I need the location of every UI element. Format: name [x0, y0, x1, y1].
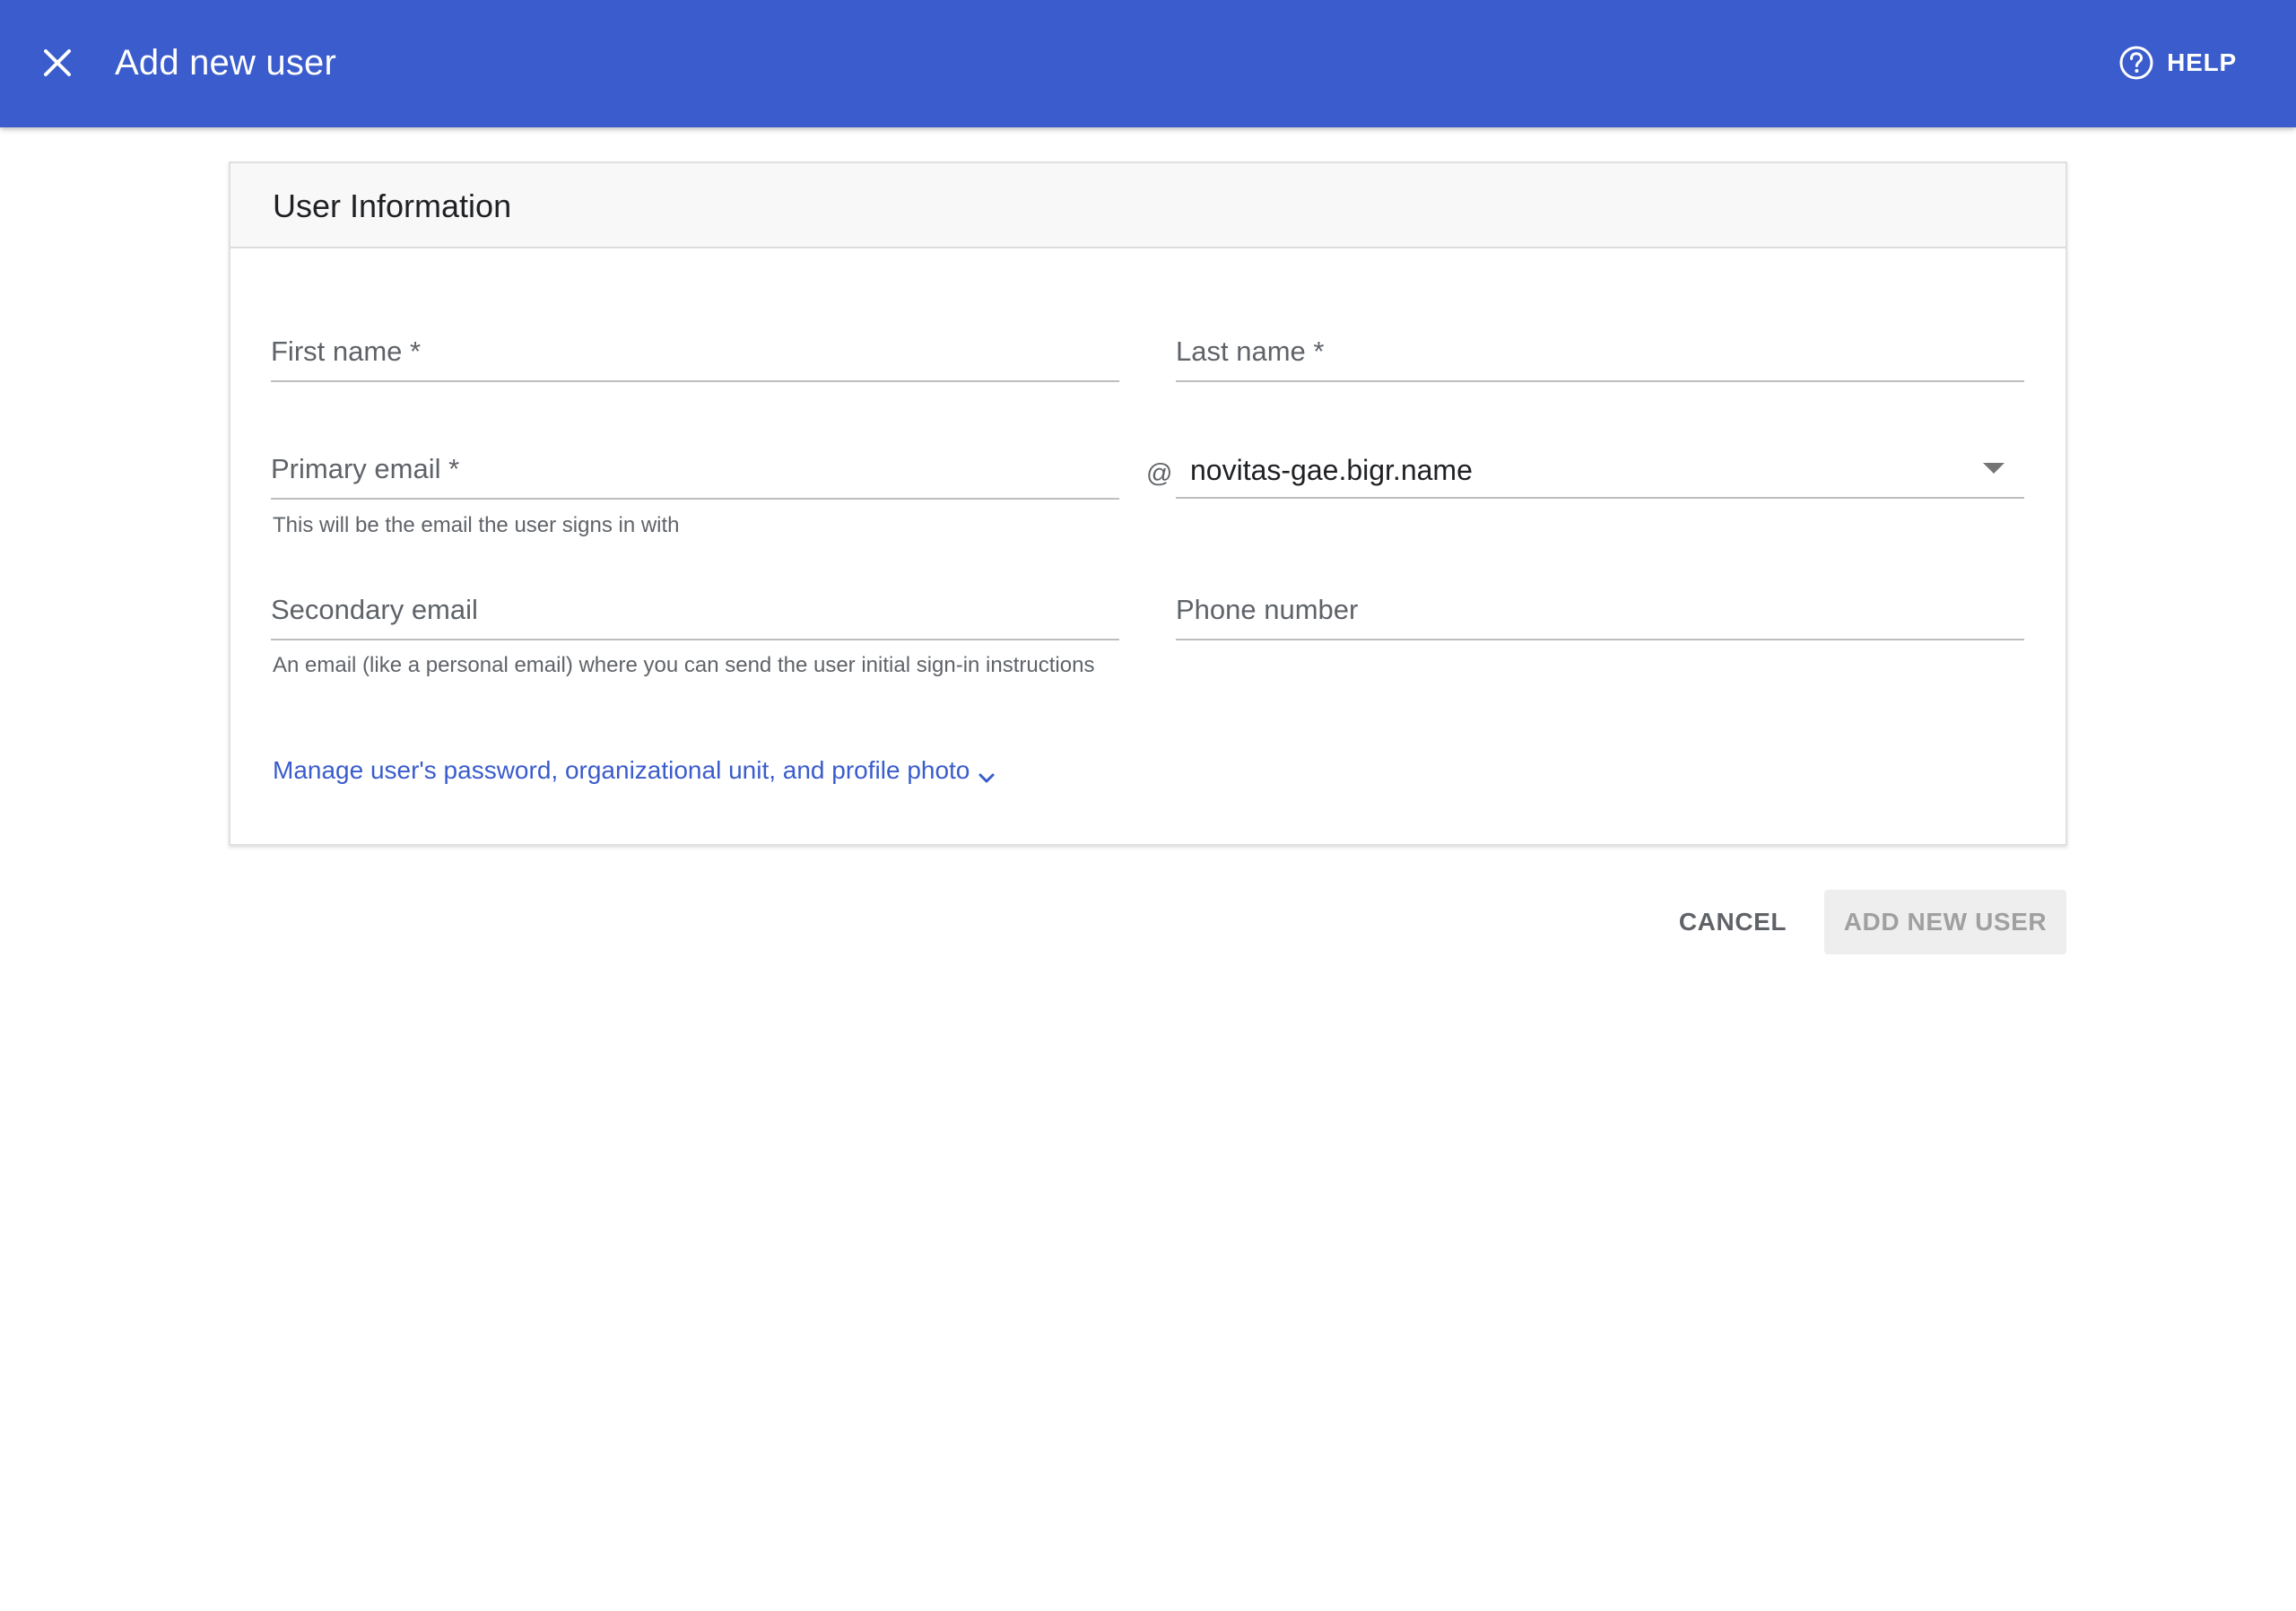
at-sign: @: [1146, 459, 1173, 488]
last-name-field[interactable]: Last name *: [1176, 334, 2024, 382]
user-information-card: User Information: [229, 161, 2067, 846]
secondary-email-hint: An email (like a personal email) where y…: [273, 653, 1095, 677]
first-name-field[interactable]: First name *: [271, 334, 1119, 382]
close-icon: [42, 48, 73, 78]
close-button[interactable]: [30, 32, 84, 93]
cancel-button[interactable]: CANCEL: [1659, 890, 1806, 954]
page-title: Add new user: [115, 43, 336, 83]
card-header: User Information: [230, 163, 2066, 248]
add-new-user-button[interactable]: ADD NEW USER: [1824, 890, 2066, 954]
manage-user-options-link[interactable]: Manage user's password, organizational u…: [273, 753, 996, 788]
primary-email-hint: This will be the email the user signs in…: [273, 513, 680, 537]
manage-link-label: Manage user's password, organizational u…: [273, 756, 970, 784]
first-name-label: First name *: [271, 335, 422, 367]
dropdown-arrow-icon: [1983, 463, 2005, 474]
help-label: HELP: [2167, 48, 2237, 76]
domain-value: novitas-gae.bigr.name: [1190, 454, 1473, 486]
primary-email-field[interactable]: Primary email *: [271, 451, 1119, 500]
chevron-down-icon: [977, 762, 996, 783]
phone-number-field[interactable]: Phone number: [1176, 592, 2024, 640]
domain-select[interactable]: novitas-gae.bigr.name: [1176, 440, 2024, 499]
help-button[interactable]: HELP: [2118, 30, 2237, 95]
card-title: User Information: [273, 187, 512, 224]
secondary-email-field[interactable]: Secondary email: [271, 592, 1119, 640]
app-bar: Add new user HELP: [0, 0, 2296, 127]
primary-email-label: Primary email *: [271, 453, 460, 484]
last-name-label: Last name *: [1176, 335, 1325, 367]
phone-number-label: Phone number: [1176, 594, 1359, 625]
secondary-email-label: Secondary email: [271, 594, 478, 625]
help-circle-icon: [2118, 45, 2154, 81]
